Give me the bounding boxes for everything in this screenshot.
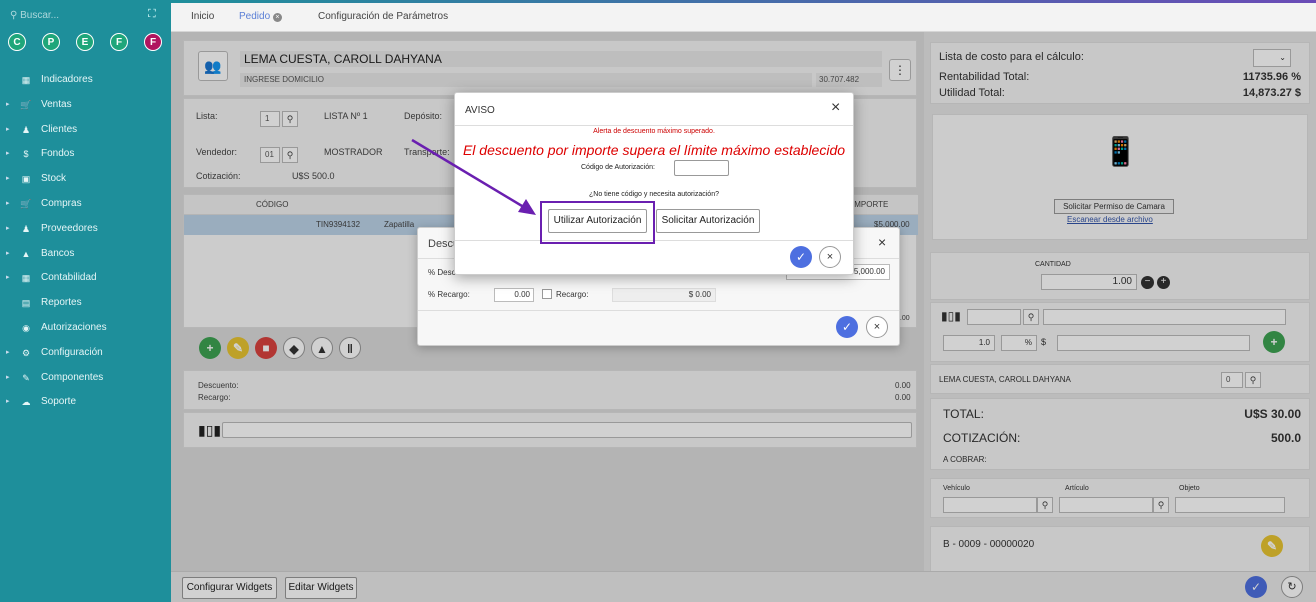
arrow-line (411, 138, 533, 214)
arrow-head (518, 199, 536, 215)
annotation-arrow (411, 138, 536, 215)
